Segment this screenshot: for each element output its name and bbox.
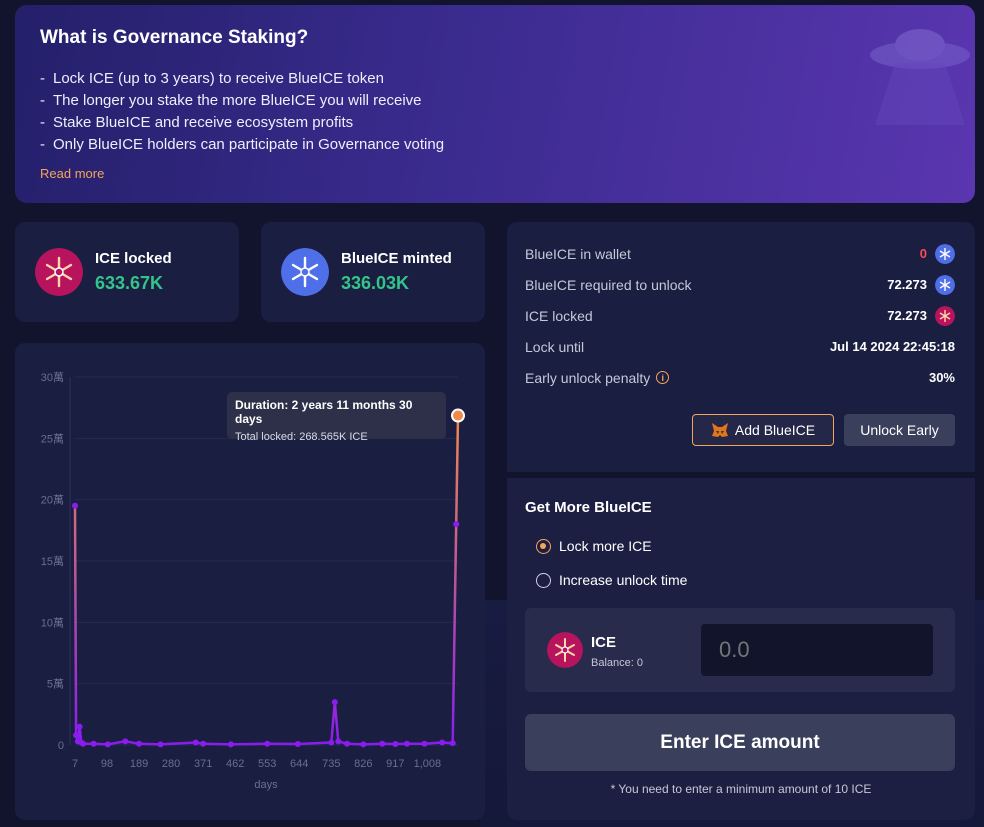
- ice-amount-input[interactable]: [701, 624, 933, 676]
- ice-locked-label: ICE locked: [95, 250, 172, 267]
- radio-label: Lock more ICE: [559, 538, 652, 554]
- banner-bullets: - Lock ICE (up to 3 years) to receive Blu…: [40, 68, 950, 156]
- info-row-blueice-required: BlueICE required to unlock 72.273: [525, 269, 955, 300]
- ufo-illustration: [870, 29, 970, 125]
- wallet-info-panel: BlueICE in wallet 0 BlueICE required to …: [507, 222, 975, 472]
- banner-bullet: - Lock ICE (up to 3 years) to receive Blu…: [40, 70, 384, 87]
- get-more-panel: Get More BlueICE Lock more ICE Increase …: [507, 478, 975, 820]
- info-label: Lock until: [525, 338, 585, 355]
- radio-label: Increase unlock time: [559, 572, 688, 588]
- ice-coin-icon: [35, 248, 83, 296]
- banner-bullet: - The longer you stake the more BlueICE y…: [40, 92, 422, 109]
- ice-locked-value: 633.67K: [95, 273, 164, 293]
- ice-coin-icon: [547, 632, 583, 668]
- info-icon[interactable]: i: [656, 371, 670, 384]
- governance-banner: What is Governance Staking? - Lock ICE (u…: [15, 5, 975, 203]
- blueice-minted-value: 336.03K: [341, 273, 410, 293]
- info-row-ice-locked: ICE locked 72.273: [525, 300, 955, 331]
- banner-bullet: - Only BlueICE holders can participate in…: [40, 136, 445, 153]
- blueice-coin-icon: [935, 243, 955, 264]
- metamask-fox-icon: [711, 423, 728, 437]
- chart-tooltip: Duration: 2 years 11 months 30 days Tota…: [227, 392, 446, 443]
- radio-increase-time[interactable]: Increase unlock time: [536, 563, 957, 597]
- banner-title: What is Governance Staking?: [40, 27, 309, 48]
- read-more-link[interactable]: Read more: [40, 166, 104, 181]
- add-blueice-button[interactable]: Add BlueICE: [692, 414, 834, 446]
- info-label: BlueICE required to unlock: [525, 276, 692, 293]
- ice-locked-card: ICE locked 633.67K: [15, 222, 239, 322]
- blueice-coin-icon: [281, 248, 329, 296]
- info-value-ice-locked: 72.273: [887, 305, 955, 326]
- tooltip-total: Total locked: 268.565K ICE: [235, 431, 368, 443]
- info-label: BlueICE in wallet: [525, 245, 631, 262]
- info-row-penalty: Early unlock penalty i 30%: [525, 362, 955, 393]
- blueice-coin-icon: [935, 274, 955, 295]
- wallet-actions: Add BlueICE Unlock Early: [692, 414, 955, 446]
- info-row-blueice-wallet: BlueICE in wallet 0: [525, 238, 955, 269]
- blueice-minted-label: BlueICE minted: [341, 250, 452, 267]
- blueice-minted-card: BlueICE minted 336.03K: [261, 222, 485, 322]
- radio-unselected-icon: [536, 572, 551, 588]
- info-value-penalty: 30%: [928, 370, 955, 385]
- ice-coin-icon: [935, 305, 955, 326]
- info-value-lock-until: Jul 14 2024 22:45:18: [829, 339, 955, 354]
- info-row-lock-until: Lock until Jul 14 2024 22:45:18: [525, 331, 955, 362]
- minimum-note: * You need to enter a minimum amount of …: [610, 782, 872, 796]
- get-more-title: Get More BlueICE: [525, 499, 652, 516]
- token-balance: Balance: 0: [591, 657, 643, 669]
- ice-amount-box: ICE Balance: 0: [525, 608, 955, 692]
- enter-amount-button[interactable]: Enter ICE amount: [525, 714, 955, 771]
- tooltip-duration: Duration: 2 years 11 months 30 days: [235, 398, 413, 426]
- radio-lock-more[interactable]: Lock more ICE: [536, 529, 957, 563]
- token-name: ICE: [591, 634, 617, 651]
- unlock-early-button[interactable]: Unlock Early: [844, 414, 955, 446]
- info-label: ICE locked: [525, 307, 593, 324]
- info-value-wallet: 0: [920, 243, 955, 264]
- banner-bullet: - Stake BlueICE and receive ecosystem pro…: [40, 114, 354, 131]
- radio-selected-icon: [536, 538, 551, 554]
- add-blueice-label: Add BlueICE: [734, 422, 816, 438]
- info-label-penalty: Early unlock penalty i: [525, 370, 670, 386]
- info-value-required: 72.273: [887, 274, 955, 295]
